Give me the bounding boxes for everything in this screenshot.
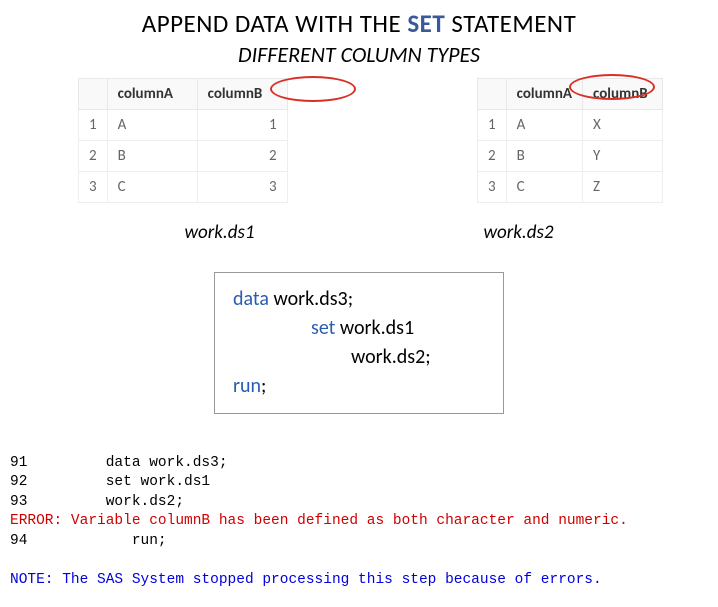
table2-header-colB: columnB — [583, 79, 663, 110]
caption-ds2: work.ds2 — [483, 221, 553, 244]
table-row: 1 A 1 — [79, 110, 288, 141]
code-box: data work.ds3; set work.ds1 work.ds2; ru… — [214, 272, 504, 414]
table2-header-colA: columnA — [506, 79, 582, 110]
table-row: 2 B Y — [478, 141, 663, 172]
table-ds2: columnA columnB 1 A X 2 B Y 3 C Z — [477, 78, 663, 203]
table-ds1: columnA columnB 1 A 1 2 B 2 3 C 3 — [78, 78, 288, 203]
table-row: 1 A X — [478, 110, 663, 141]
main-title: APPEND DATA WITH THE SET STATEMENT — [0, 8, 718, 39]
log-note: NOTE: The SAS System stopped processing … — [10, 572, 602, 588]
subtitle: DIFFERENT COLUMN TYPES — [0, 41, 718, 68]
table-row: 2 B 2 — [79, 141, 288, 172]
table-row: 3 C Z — [478, 172, 663, 203]
caption-ds1: work.ds1 — [184, 221, 254, 244]
table-row: 3 C 3 — [79, 172, 288, 203]
sas-log: 91 data work.ds3; 92 set work.ds1 93 wor… — [0, 414, 718, 591]
log-error: ERROR: Variable columnB has been defined… — [10, 513, 628, 529]
table1-header-colB: columnB — [197, 79, 287, 110]
table1-header-colA: columnA — [107, 79, 197, 110]
